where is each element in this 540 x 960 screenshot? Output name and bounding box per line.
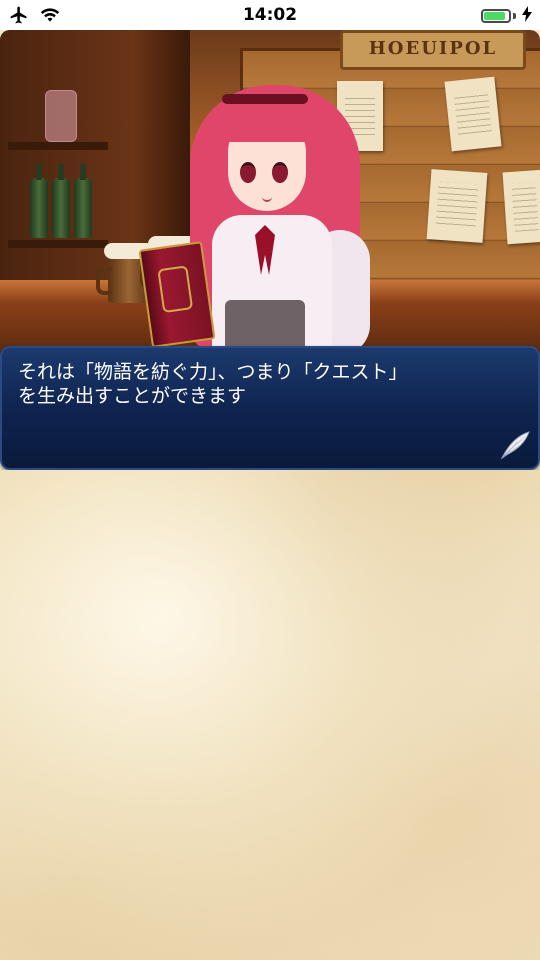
wine-bottle (30, 164, 48, 238)
character-headband (222, 94, 308, 104)
character-eye (240, 162, 256, 183)
battery-tip (513, 13, 516, 19)
status-time: 14:02 (242, 5, 298, 25)
shelf-plank (8, 142, 108, 150)
wine-bottle (52, 164, 70, 238)
dialog-text: それは「物語を紡ぐ力」、つまり「クエスト」 を生み出すことができます (18, 361, 408, 407)
dialog-box[interactable]: それは「物語を紡ぐ力」、つまり「クエスト」 を生み出すことができます (0, 346, 540, 470)
wine-bottle (74, 164, 92, 238)
battery-level-fill (484, 12, 506, 20)
battery-icon (481, 9, 511, 23)
shelf-plank (8, 240, 108, 248)
quest-notice (444, 76, 502, 152)
status-bar: 14:02 (0, 0, 540, 30)
charging-bolt-icon (522, 6, 532, 26)
feather-quill-icon[interactable] (498, 428, 532, 462)
character-eye (272, 162, 288, 183)
parchment-area[interactable] (0, 470, 540, 960)
tavern-sign: HOEUIPOL (340, 30, 526, 70)
quest-notice (502, 169, 540, 245)
red-book (138, 241, 216, 348)
game-scene[interactable]: HOEUIPOL (0, 30, 540, 355)
status-right (481, 6, 532, 26)
glass-jar (45, 90, 77, 142)
quest-notice (426, 169, 488, 243)
